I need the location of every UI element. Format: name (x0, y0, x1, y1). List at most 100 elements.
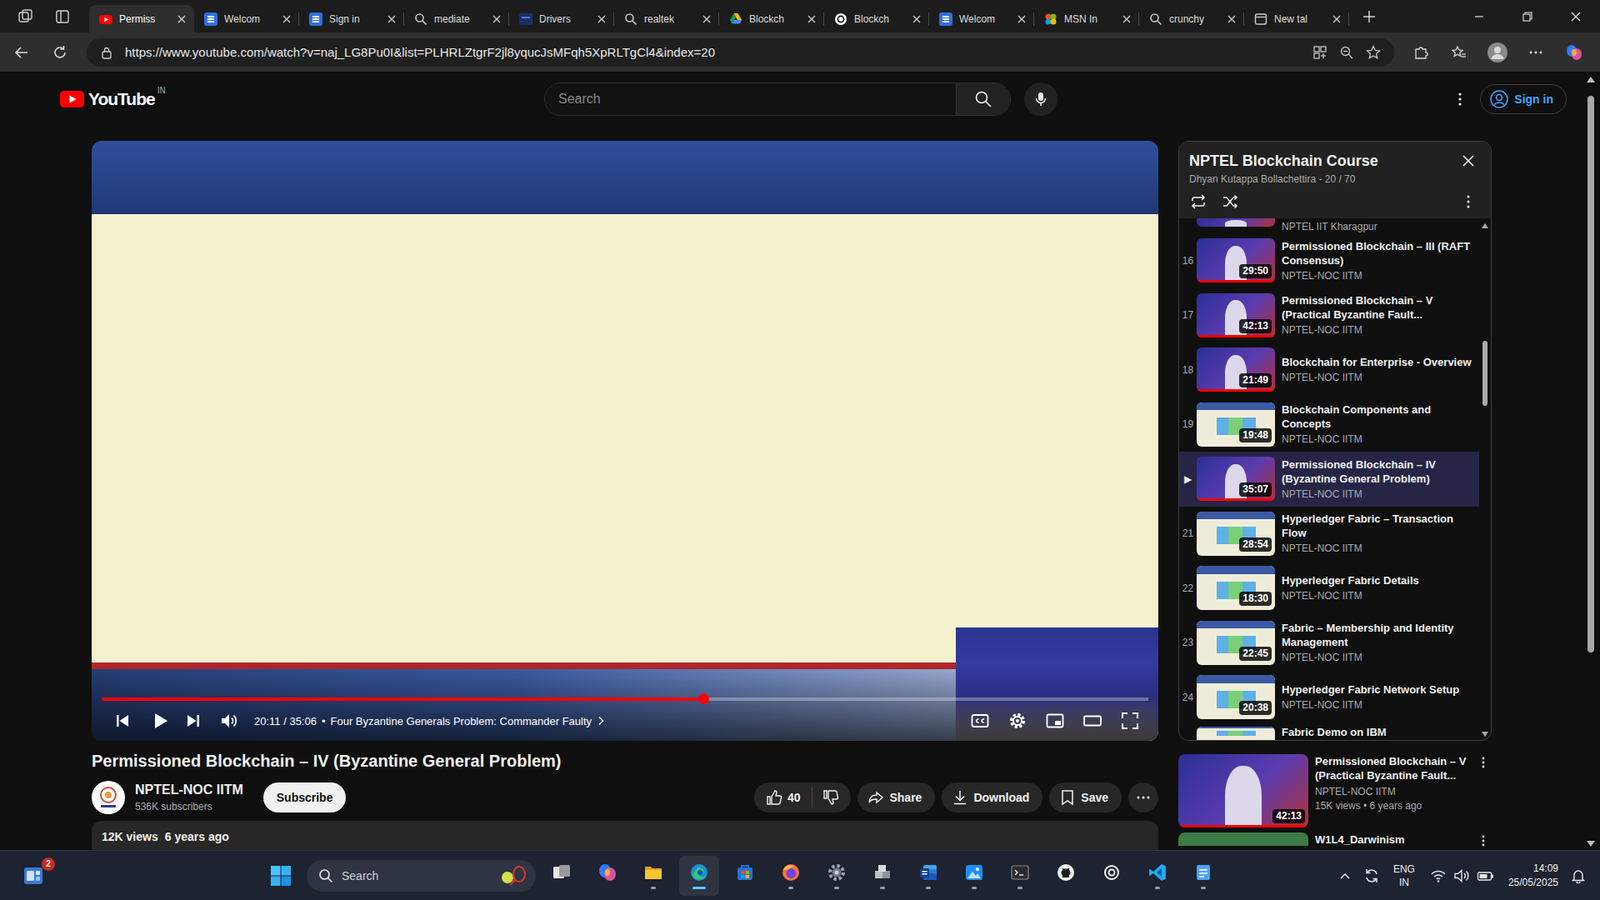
maximize-button[interactable] (1503, 0, 1552, 33)
task-view-app-button[interactable] (541, 855, 582, 896)
show-hidden-icons-button[interactable] (1331, 859, 1359, 893)
dislike-button[interactable] (812, 789, 851, 806)
notifications-button[interactable] (1565, 859, 1592, 893)
app-install-icon[interactable] (1312, 45, 1328, 60)
explorer-app-button[interactable] (633, 855, 674, 896)
taskbar-search[interactable]: Search (306, 860, 536, 892)
description-box[interactable]: 12K views6 years ago (91, 820, 1159, 850)
back-button[interactable] (6, 37, 37, 68)
browser-tab[interactable]: mediate (404, 5, 510, 33)
playlist-item[interactable]: 2322:45Fabric – Membership and Identity … (1179, 615, 1480, 671)
search-button[interactable] (955, 83, 1010, 115)
previous-button[interactable] (101, 700, 144, 741)
word-app-button[interactable] (908, 855, 949, 896)
zoom-icon[interactable] (1339, 45, 1355, 60)
channel-avatar[interactable] (91, 780, 125, 815)
close-icon[interactable] (597, 15, 606, 24)
favorite-star-icon[interactable] (1365, 45, 1381, 60)
captions-button[interactable] (960, 700, 999, 741)
playlist-item[interactable]: 1919:48Blockchain Components and Concept… (1179, 397, 1480, 453)
playlist-item[interactable]: 1742:13Permissioned Blockchain – V (Prac… (1179, 288, 1480, 344)
browser-tab[interactable]: MSN In (1034, 5, 1140, 33)
new-tab-button[interactable] (1354, 3, 1385, 30)
search-box[interactable]: Search (544, 82, 1011, 116)
github-app-button[interactable] (1045, 855, 1086, 896)
browser-tab[interactable]: New tal (1244, 5, 1350, 33)
close-icon[interactable] (1332, 15, 1341, 24)
refresh-button[interactable] (45, 37, 75, 68)
download-button[interactable]: Download (941, 782, 1043, 813)
youtube-logo[interactable]: YouTubeIN (60, 89, 166, 110)
subscribe-button[interactable]: Subscribe (263, 782, 347, 813)
browser-tab[interactable]: Permiss (89, 5, 195, 33)
input-language[interactable]: ENGIN (1385, 862, 1424, 890)
chapter-button[interactable]: Four Byzantine Generals Problem: Command… (330, 715, 606, 728)
recommended-video[interactable]: W1L4_Darwinism (1178, 832, 1492, 848)
browser-tab[interactable]: Drivers (509, 5, 615, 33)
close-icon[interactable] (807, 15, 816, 24)
playlist-item[interactable]: Fabric Demo on IBM (1179, 725, 1480, 741)
close-icon[interactable] (1017, 15, 1026, 24)
loop-button[interactable] (1182, 190, 1215, 213)
search-input[interactable]: Search (545, 83, 956, 115)
settings-app-button[interactable] (816, 855, 857, 896)
more-actions-button[interactable] (1128, 782, 1159, 813)
chatgpt-app-button[interactable] (1091, 855, 1132, 896)
close-icon[interactable] (387, 15, 396, 24)
favorites-button[interactable] (1444, 37, 1475, 68)
browser-tab[interactable]: crunchy (1139, 5, 1245, 33)
copilot-app-button[interactable] (587, 855, 628, 896)
share-button[interactable]: Share (857, 782, 935, 813)
browser-tab[interactable]: Welcom (194, 5, 300, 33)
play-button[interactable] (143, 700, 177, 741)
extensions-button[interactable] (1405, 37, 1436, 68)
next-button[interactable] (176, 700, 210, 741)
playlist-item[interactable]: 2128:54Hyperledger Fabric – Transaction … (1179, 506, 1480, 562)
playlist-scrollbar[interactable] (1479, 218, 1491, 740)
profile-button[interactable] (1482, 37, 1513, 68)
theater-mode-button[interactable] (1073, 700, 1111, 741)
playlist-item[interactable]: ▶35:07Permissioned Blockchain – IV (Byza… (1179, 451, 1480, 507)
close-icon[interactable] (1122, 15, 1131, 24)
widgets-button[interactable]: 2 (16, 859, 50, 893)
app-gray-app-button[interactable] (862, 855, 903, 896)
scrubber-handle[interactable] (698, 693, 710, 705)
browser-tab[interactable]: Welcom (929, 5, 1035, 33)
tab-actions-button[interactable] (47, 3, 78, 30)
close-window-button[interactable] (1551, 0, 1600, 33)
miniplayer-button[interactable] (1035, 700, 1074, 741)
sign-in-button[interactable]: Sign in (1480, 84, 1567, 115)
playlist-item[interactable]: 2218:30Hyperledger Fabric DetailsNPTEL-N… (1179, 560, 1480, 616)
quick-settings[interactable] (1423, 867, 1502, 885)
fullscreen-button[interactable] (1110, 700, 1149, 741)
playlist-item[interactable]: 1821:49Blockchain for Enterprise - Overv… (1179, 342, 1480, 398)
page-scrollbar[interactable] (1581, 71, 1600, 850)
minimize-button[interactable] (1455, 0, 1504, 33)
settings-more-button[interactable] (1520, 37, 1551, 68)
store-app-button[interactable] (725, 855, 765, 896)
close-icon[interactable] (702, 15, 711, 24)
shuffle-button[interactable] (1214, 190, 1246, 213)
workspaces-button[interactable] (10, 3, 41, 30)
close-icon[interactable] (492, 15, 501, 24)
settings-button[interactable] (998, 700, 1036, 741)
browser-tab[interactable]: realtek (614, 5, 720, 33)
close-icon[interactable] (282, 15, 291, 24)
playlist-menu-button[interactable] (1452, 190, 1485, 213)
channel-name[interactable]: NPTEL-NOC IITM (135, 780, 244, 800)
close-icon[interactable] (1227, 15, 1236, 24)
close-icon[interactable] (177, 15, 186, 24)
browser-tab[interactable]: Blockch (719, 5, 825, 33)
save-button[interactable]: Save (1049, 782, 1122, 813)
edge-app-button[interactable] (679, 855, 720, 896)
clock[interactable]: 14:0925/05/2025 (1501, 861, 1565, 890)
close-playlist-button[interactable] (1452, 150, 1485, 172)
like-button[interactable]: 40 (754, 789, 813, 806)
notepad-app-button[interactable] (1183, 855, 1224, 896)
playlist-item[interactable]: NPTEL IIT Kharagpur (1179, 218, 1480, 234)
voice-search-button[interactable] (1024, 82, 1058, 116)
firefox-app-button[interactable] (770, 855, 811, 896)
copilot-button[interactable] (1559, 37, 1590, 68)
playlist-item[interactable]: 1629:50Permissioned Blockchain – III (RA… (1179, 233, 1480, 289)
recommended-video[interactable]: 42:13Permissioned Blockchain – V (Practi… (1178, 754, 1492, 828)
